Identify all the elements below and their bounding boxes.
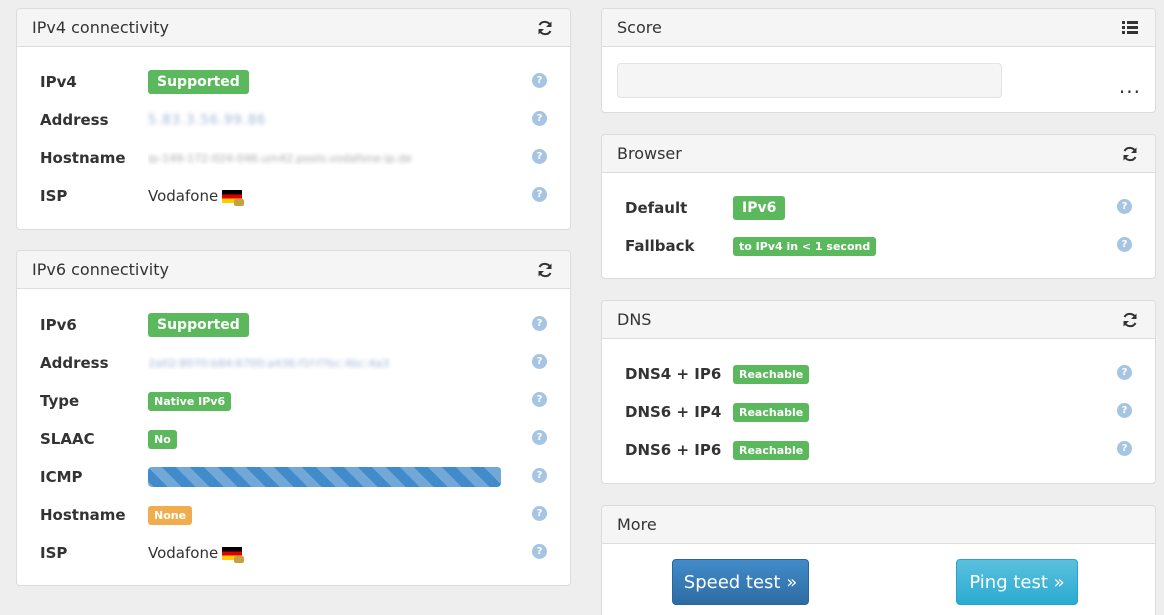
ipv6-supported-badge: Supported — [148, 313, 249, 337]
ipv6-icmp-label: ICMP — [40, 468, 83, 486]
help-icon[interactable]: ? — [532, 149, 547, 164]
dns-panel-heading: DNS — [602, 301, 1155, 339]
score-panel-heading: Score — [602, 9, 1155, 47]
help-icon[interactable]: ? — [532, 544, 547, 559]
dns-panel: DNS DNS4 + IP6 Reachable DNS6 + IP4 Reac… — [601, 300, 1156, 484]
help-icon[interactable]: ? — [532, 73, 547, 88]
help-icon[interactable]: ? — [532, 430, 547, 445]
dns6-ip6-badge: Reachable — [733, 440, 810, 460]
ipv6-row: IPv6 Supported — [40, 312, 550, 338]
help-icon[interactable]: ? — [532, 354, 547, 369]
ping-test-button[interactable]: Ping test » — [956, 559, 1078, 605]
dns6-ip6-label: DNS6 + IP6 — [625, 441, 722, 459]
dns4-ip6-label: DNS4 + IP6 — [625, 365, 722, 383]
help-icon[interactable]: ? — [1117, 237, 1132, 252]
ipv6-address-row: Address 2a02:8070:b84:6700:a436:f1f:f7bc… — [40, 350, 550, 376]
ipv6-hostname-row: Hostname None — [40, 502, 550, 528]
ipv4-panel: IPv4 connectivity IPv4 Supported Address… — [16, 8, 571, 230]
help-icon[interactable]: ? — [532, 506, 547, 521]
ipv4-supported-badge: Supported — [148, 70, 249, 94]
list-icon[interactable] — [1120, 18, 1140, 38]
ipv6-hostname-badge: None — [148, 505, 193, 525]
ipv6-address-value: 2a02:8070:b84:6700:a436:f1f:f7bc:4bc:4a3 — [148, 356, 390, 370]
ipv4-address-label: Address — [40, 111, 109, 129]
ipv4-address-row: Address 5.83.3.56.99.86 — [40, 107, 550, 133]
ipv6-panel-title: IPv6 connectivity — [32, 260, 169, 279]
browser-fallback-row: Fallback to IPv4 in < 1 second — [625, 233, 1135, 259]
help-icon[interactable]: ? — [532, 316, 547, 331]
browser-default-badge: IPv6 — [733, 196, 786, 220]
help-icon[interactable]: ? — [532, 468, 547, 483]
score-panel-title: Score — [617, 18, 662, 37]
ipv6-panel: IPv6 connectivity IPv6 Supported Address… — [16, 250, 571, 586]
refresh-icon[interactable] — [1120, 144, 1140, 164]
ipv6-isp-row: ISP Vodafone — [40, 540, 550, 566]
ipv4-hostname-row: Hostname ip-149-172-024-046.um42.pools.v… — [40, 145, 550, 171]
browser-panel-title: Browser — [617, 144, 682, 163]
ipv4-panel-title: IPv4 connectivity — [32, 18, 169, 37]
score-panel: Score ... — [601, 8, 1156, 113]
ipv6-type-badge: Native IPv6 — [148, 391, 232, 411]
germany-flag-icon — [222, 189, 245, 206]
help-icon[interactable]: ? — [532, 111, 547, 126]
dns6-ip6-row: DNS6 + IP6 Reachable — [625, 437, 1135, 463]
help-icon[interactable]: ? — [1117, 365, 1132, 380]
help-icon[interactable]: ? — [532, 187, 547, 202]
ipv4-isp-label: ISP — [40, 187, 68, 205]
more-panel-heading: More — [602, 506, 1155, 544]
dns6-ip4-badge: Reachable — [733, 402, 810, 422]
ipv4-isp-row: ISP Vodafone — [40, 183, 550, 209]
help-icon[interactable]: ? — [1117, 199, 1132, 214]
help-icon[interactable]: ? — [1117, 441, 1132, 456]
ipv6-hostname-label: Hostname — [40, 506, 126, 524]
browser-default-label: Default — [625, 199, 688, 217]
ipv6-isp-label: ISP — [40, 544, 68, 562]
ipv6-icmp-row: ICMP — [40, 464, 550, 490]
dns-panel-title: DNS — [617, 310, 652, 329]
ipv6-isp-value: Vodafone — [148, 544, 219, 562]
ipv4-row: IPv4 Supported — [40, 69, 550, 95]
ipv4-panel-heading: IPv4 connectivity — [17, 9, 570, 47]
germany-flag-icon — [222, 546, 245, 563]
ipv4-address-value: 5.83.3.56.99.86 — [148, 112, 267, 128]
ipv4-isp-value: Vodafone — [148, 187, 219, 205]
ipv6-slaac-label: SLAAC — [40, 430, 95, 448]
more-options-icon[interactable]: ... — [1119, 76, 1141, 96]
browser-fallback-badge: to IPv4 in < 1 second — [733, 236, 877, 256]
ipv6-label: IPv6 — [40, 316, 77, 334]
help-icon[interactable]: ? — [532, 392, 547, 407]
ipv4-label: IPv4 — [40, 73, 77, 91]
ipv6-type-row: Type Native IPv6 — [40, 388, 550, 414]
browser-fallback-label: Fallback — [625, 237, 695, 255]
help-icon[interactable]: ? — [1117, 403, 1132, 418]
dns6-ip4-row: DNS6 + IP4 Reachable — [625, 399, 1135, 425]
browser-panel: Browser Default IPv6 Fallback to IPv4 in… — [601, 134, 1156, 279]
refresh-icon[interactable] — [1120, 310, 1140, 330]
more-panel-title: More — [617, 515, 657, 534]
browser-default-row: Default IPv6 — [625, 195, 1135, 221]
icmp-progress-bar — [148, 467, 501, 487]
ipv6-slaac-badge: No — [148, 429, 177, 449]
speed-test-button[interactable]: Speed test » — [672, 559, 809, 605]
ipv6-slaac-row: SLAAC No — [40, 426, 550, 452]
dns6-ip4-label: DNS6 + IP4 — [625, 403, 722, 421]
ipv4-hostname-value: ip-149-172-024-046.um42.pools.vodafone-i… — [148, 151, 412, 165]
more-panel: More Speed test » Ping test » — [601, 505, 1156, 615]
score-bar — [617, 63, 1002, 98]
refresh-icon[interactable] — [535, 18, 555, 38]
browser-panel-heading: Browser — [602, 135, 1155, 173]
ipv4-hostname-label: Hostname — [40, 149, 126, 167]
refresh-icon[interactable] — [535, 260, 555, 280]
ipv6-type-label: Type — [40, 392, 80, 410]
dns4-ip6-badge: Reachable — [733, 364, 810, 384]
ipv6-panel-heading: IPv6 connectivity — [17, 251, 570, 289]
ipv6-address-label: Address — [40, 354, 109, 372]
dns4-ip6-row: DNS4 + IP6 Reachable — [625, 361, 1135, 387]
